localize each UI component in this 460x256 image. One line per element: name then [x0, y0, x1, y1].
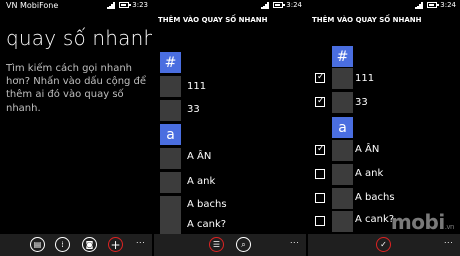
contact-checkbox[interactable]: ✓	[315, 144, 325, 155]
search-icon[interactable]: ⌕	[236, 237, 251, 252]
app-bar: ✓ ...	[308, 234, 460, 256]
more-options-button[interactable]: ...	[444, 236, 453, 245]
confirm-check-icon[interactable]: ✓	[376, 237, 391, 252]
contact-name[interactable]: A ÂN	[187, 151, 211, 162]
contact-name[interactable]: 33	[187, 104, 200, 115]
contact-avatar	[332, 188, 353, 209]
contact-checkbox[interactable]: ✓	[315, 96, 325, 107]
empty-state-description: Tìm kiếm cách gọi nhanh hơn? Nhấn vào dấ…	[6, 63, 147, 114]
page-header: THÊM VÀO QUAY SỐ NHANH	[312, 16, 422, 24]
add-to-speed-dial-select-screen: 3:24 THÊM VÀO QUAY SỐ NHANH # ✓ 111 ✓ 33…	[308, 0, 460, 256]
contact-name[interactable]: A ank	[187, 176, 215, 187]
keyboard-icon[interactable]: ▤	[30, 237, 45, 252]
contact-checkbox[interactable]	[315, 193, 325, 203]
more-options-button[interactable]: ...	[290, 236, 299, 245]
contact-avatar	[332, 164, 353, 185]
group-header-a[interactable]: a	[332, 117, 353, 138]
app-bar: ☰ ⌕ ...	[154, 234, 306, 256]
select-list-icon[interactable]: ☰	[209, 237, 224, 252]
status-bar: VN MobiFone 3:23	[0, 0, 152, 12]
contact-avatar	[332, 211, 353, 232]
contact-checkbox[interactable]: ✓	[315, 72, 325, 83]
page-header: THÊM VÀO QUAY SỐ NHANH	[158, 16, 268, 24]
add-to-speed-dial-screen: 3:24 THÊM VÀO QUAY SỐ NHANH # 111 33 a A…	[154, 0, 306, 256]
contact-name[interactable]: A bachs	[187, 199, 227, 210]
status-bar: 3:24	[154, 0, 306, 12]
signal-icon	[415, 1, 424, 9]
contact-name[interactable]: A ank	[355, 168, 383, 179]
contact-name[interactable]: 111	[355, 73, 374, 84]
contact-avatar	[332, 92, 353, 113]
contact-name[interactable]: A cank?	[187, 219, 226, 230]
contact-avatar	[160, 100, 181, 121]
contact-avatar	[160, 172, 181, 193]
watermark-logo: mobi.vn	[390, 210, 455, 234]
battery-icon	[119, 2, 132, 8]
group-header-hash[interactable]: #	[160, 52, 181, 73]
dialpad-icon[interactable]: ⁞	[55, 237, 70, 252]
more-options-button[interactable]: ...	[136, 236, 145, 245]
contact-name[interactable]: A bachs	[355, 192, 395, 203]
clock: 3:24	[440, 1, 456, 9]
contact-checkbox[interactable]	[315, 169, 325, 179]
signal-icon	[107, 1, 116, 9]
speed-dial-empty-screen: VN MobiFone 3:23 quay số nhanh Tìm kiếm …	[0, 0, 152, 256]
contact-avatar	[332, 68, 353, 89]
add-speed-dial-button[interactable]: +	[108, 237, 123, 252]
app-bar: ▤ ⁞ ◙ + ...	[0, 234, 152, 256]
contact-avatar	[332, 140, 353, 161]
contact-checkbox[interactable]	[315, 216, 325, 226]
carrier-name: VN MobiFone	[6, 1, 59, 10]
contact-avatar	[160, 196, 181, 217]
clock: 3:23	[132, 1, 148, 9]
clock: 3:24	[286, 1, 302, 9]
battery-icon	[427, 2, 440, 8]
status-bar: 3:24	[308, 0, 460, 12]
group-header-hash[interactable]: #	[332, 46, 353, 67]
contact-name[interactable]: A cank?	[355, 214, 394, 225]
signal-icon	[261, 1, 270, 9]
group-header-a[interactable]: a	[160, 124, 181, 145]
contact-name[interactable]: 33	[355, 97, 368, 108]
contact-avatar	[160, 148, 181, 169]
battery-icon	[273, 2, 286, 8]
page-title: quay số nhanh	[6, 26, 152, 50]
voicemail-icon[interactable]: ◙	[82, 237, 97, 252]
contact-avatar	[160, 76, 181, 97]
contact-name[interactable]: A ÂN	[355, 144, 379, 155]
contact-name[interactable]: 111	[187, 81, 206, 92]
